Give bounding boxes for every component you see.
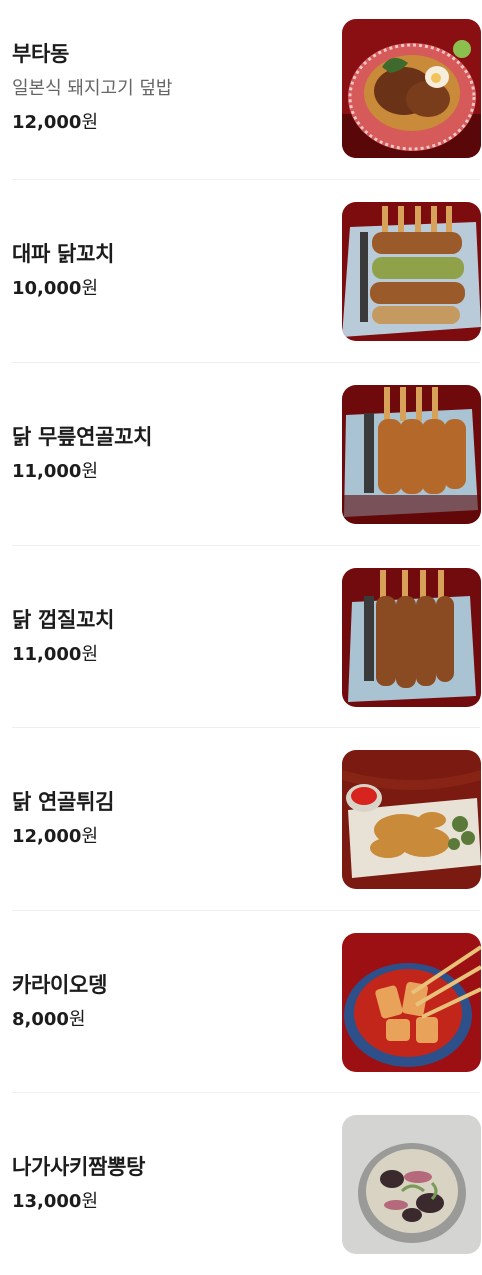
menu-item-text: 닭 연골튀김 12,000원 (12, 728, 332, 910)
menu-item-name: 대파 닭꼬치 (12, 242, 115, 266)
menu-item-photo (342, 202, 481, 341)
menu-item-price: 12,000원 (12, 110, 332, 136)
menu-item-text: 닭 무릎연골꼬치 11,000원 (12, 363, 332, 545)
price-unit: 원 (81, 1191, 99, 1212)
menu-item-photo (342, 385, 481, 524)
menu-item-price: 8,000원 (12, 1007, 332, 1033)
menu-item-text: 대파 닭꼬치 10,000원 (12, 180, 332, 362)
menu-item-price: 13,000원 (12, 1189, 332, 1215)
menu-item-price: 11,000원 (12, 642, 332, 668)
menu-item-butadon[interactable]: 부타동 일본식 돼지고기 덮밥 12,000원 (0, 0, 482, 182)
menu-item-text: 카라이오뎅 8,000원 (12, 911, 332, 1093)
menu-item-photo (342, 933, 481, 1072)
menu-item-name: 닭 무릎연골꼬치 (12, 425, 153, 449)
menu-item-photo (342, 19, 481, 158)
price-unit: 원 (81, 644, 99, 665)
menu-item-photo (342, 568, 481, 707)
menu-item-photo (342, 1115, 481, 1254)
menu-item-price: 10,000원 (12, 276, 332, 302)
menu-item-description: 일본식 돼지고기 덮밥 (12, 78, 173, 99)
price-unit: 원 (81, 826, 99, 847)
menu-item-chicken-skin-skewer[interactable]: 닭 껍질꼬치 11,000원 (0, 546, 482, 728)
menu-item-text: 나가사키짬뽕탕 13,000원 (12, 1093, 332, 1275)
menu-item-text: 부타동 일본식 돼지고기 덮밥 12,000원 (12, 0, 332, 176)
menu-item-price: 11,000원 (12, 459, 332, 485)
menu-item-price: 12,000원 (12, 824, 332, 850)
menu-item-name: 카라이오뎅 (12, 973, 108, 997)
price-unit: 원 (81, 461, 99, 482)
price-value: 10,000 (12, 278, 82, 299)
price-value: 13,000 (12, 1191, 82, 1212)
menu-item-name: 닭 껍질꼬치 (12, 608, 115, 632)
price-value: 11,000 (12, 461, 82, 482)
menu-item-knee-cartilage-skewer[interactable]: 닭 무릎연골꼬치 11,000원 (0, 363, 482, 545)
menu-item-fried-cartilage[interactable]: 닭 연골튀김 12,000원 (0, 728, 482, 910)
price-value: 12,000 (12, 826, 82, 847)
menu-item-name: 닭 연골튀김 (12, 790, 115, 814)
menu-item-text: 닭 껍질꼬치 11,000원 (12, 546, 332, 728)
price-value: 12,000 (12, 112, 82, 133)
menu-item-photo (342, 750, 481, 889)
price-value: 8,000 (12, 1009, 69, 1030)
menu-item-nagasaki-champon[interactable]: 나가사키짬뽕탕 13,000원 (0, 1093, 482, 1275)
price-value: 11,000 (12, 644, 82, 665)
menu-item-karai-oden[interactable]: 카라이오뎅 8,000원 (0, 911, 482, 1093)
price-unit: 원 (81, 112, 99, 133)
menu-item-name: 부타동 (12, 42, 70, 66)
menu-item-green-onion-skewer[interactable]: 대파 닭꼬치 10,000원 (0, 180, 482, 362)
price-unit: 원 (68, 1009, 86, 1030)
menu-item-name: 나가사키짬뽕탕 (12, 1155, 146, 1179)
price-unit: 원 (81, 278, 99, 299)
